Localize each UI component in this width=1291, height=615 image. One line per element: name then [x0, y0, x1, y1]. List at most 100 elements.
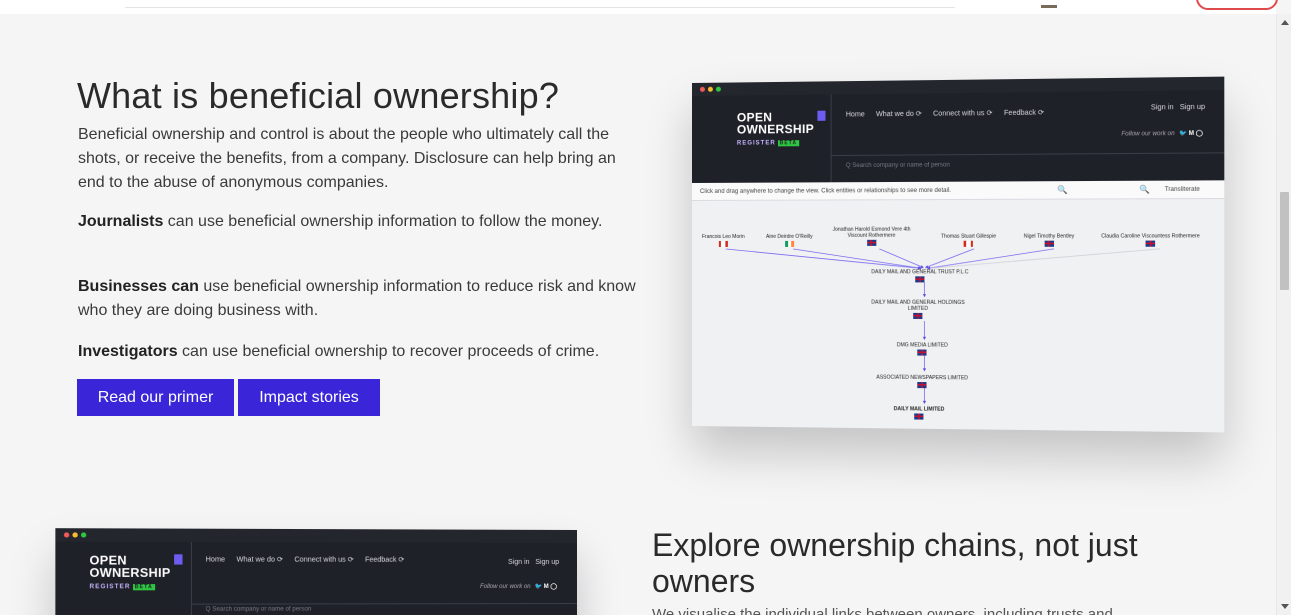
company-node: ASSOCIATED NEWSPAPERS LIMITED: [876, 375, 968, 389]
owner-name: Thomas Stuart Gillespie: [940, 233, 997, 240]
uk-flag-icon: [917, 381, 927, 389]
logo-line2: OWNERSHIP: [89, 565, 171, 580]
nav-divider: [830, 94, 832, 183]
page-scrollbar[interactable]: [1276, 14, 1291, 615]
nav-connect: Connect with us ⟳: [294, 556, 354, 564]
company-node: DMG MEDIA LIMITED: [897, 342, 948, 356]
minimize-dot-icon: [72, 532, 78, 538]
journalists-label: Journalists: [78, 213, 164, 230]
close-dot-icon: [699, 86, 705, 92]
window-chrome: [55, 528, 577, 543]
close-dot-icon: [63, 532, 70, 538]
owner-node: Jonathan Harold Esmond Vere 4th Viscount…: [833, 227, 911, 246]
register-screenshot: OPEN OWNERSHIP REGISTER BETA Home What we…: [692, 77, 1224, 433]
sign-in-link: Sign in: [508, 558, 530, 566]
zoom-out-icon: 🔍: [1139, 184, 1150, 195]
maximize-dot-icon: [80, 532, 87, 538]
uk-flag-icon: [915, 276, 925, 283]
company-name: DAILY MAIL AND GENERAL HOLDINGS LIMITED: [871, 299, 965, 312]
uk-flag-icon: [917, 349, 927, 356]
owner-name: Nigel Timothy Bentley: [1023, 233, 1075, 240]
nav-feedback: Feedback ⟳: [365, 556, 405, 564]
journalists-text: can use beneficial ownership information…: [163, 213, 603, 230]
follow-text: Follow our work on 🐦 M ◯: [480, 583, 557, 590]
company-name: DAILY MAIL LIMITED: [893, 406, 945, 413]
company-node: DAILY MAIL AND GENERAL HOLDINGS LIMITED: [871, 300, 965, 320]
nav-what-we-do: What we do ⟳: [875, 110, 922, 119]
register-navbar: OPEN OWNERSHIP REGISTER BETA Home What we…: [55, 541, 577, 615]
company-name: DAILY MAIL AND GENERAL TRUST P.L.C: [871, 269, 969, 276]
logo-register-text: REGISTER: [89, 584, 131, 591]
logo-line2: OWNERSHIP: [736, 121, 815, 137]
company-name: ASSOCIATED NEWSPAPERS LIMITED: [876, 374, 969, 382]
address-divider: [125, 7, 955, 8]
journalists-paragraph: Journalists can use beneficial ownership…: [78, 210, 643, 234]
register-logo: OPEN OWNERSHIP REGISTER BETA: [736, 110, 815, 150]
sign-up-link: Sign up: [535, 558, 560, 566]
toolbar-hint: Click and drag anywhere to change the vi…: [699, 187, 952, 195]
social-icons: 🐦 M ◯: [1178, 130, 1203, 138]
follow-label: Follow our work on: [479, 584, 531, 591]
read-primer-button[interactable]: Read our primer: [77, 379, 234, 416]
canada-flag-icon: [718, 240, 728, 247]
scroll-thumb[interactable]: [1280, 192, 1289, 290]
transliterate-toggle: Transliterate: [1164, 186, 1200, 194]
sign-in-link: Sign in: [1150, 104, 1174, 112]
graph-toolbar: Click and drag anywhere to change the vi…: [692, 180, 1225, 201]
ireland-flag-icon: [784, 240, 794, 247]
minimize-dot-icon: [707, 86, 713, 92]
company-node: DAILY MAIL LIMITED: [893, 406, 945, 420]
beta-badge: BETA: [132, 584, 156, 591]
nav-home: Home: [205, 556, 226, 564]
businesses-label: Businesses can: [78, 278, 199, 295]
nav-rule: [190, 603, 577, 605]
investigators-label: Investigators: [78, 343, 178, 360]
owner-node: Thomas Stuart Gillespie: [941, 234, 996, 247]
beta-badge: BETA: [777, 140, 800, 147]
section-2-text: We visualise the individual links betwee…: [652, 607, 1113, 615]
businesses-paragraph: Businesses can use beneficial ownership …: [78, 275, 643, 323]
social-icons: 🐦 M ◯: [534, 584, 558, 591]
owner-node: Claudia Caroline Viscountess Rothermere: [1101, 233, 1200, 247]
scroll-down-icon[interactable]: [1281, 604, 1289, 609]
scroll-up-icon[interactable]: [1281, 20, 1289, 25]
browser-top-strip: [0, 0, 1278, 14]
owner-node: Nigel Timothy Bentley: [1023, 233, 1075, 247]
canada-flag-icon: [963, 240, 974, 247]
logo-register: REGISTER BETA: [737, 137, 814, 150]
investigators-text: can use beneficial ownership to recover …: [177, 343, 600, 360]
toolbar-marker: [1041, 5, 1057, 8]
nav-what-we-do: What we do ⟳: [236, 556, 284, 564]
flag-icon: [817, 110, 826, 121]
owner-name: Jonathan Harold Esmond Vere 4th Viscount…: [832, 226, 911, 239]
zoom-in-icon: 🔍: [1057, 185, 1068, 195]
auth-links: Sign in Sign up: [508, 559, 559, 566]
investigators-paragraph: Investigators can use beneficial ownersh…: [78, 340, 643, 364]
nav-feedback: Feedback ⟳: [1003, 109, 1045, 118]
register-nav: Home What we do ⟳ Connect with us ⟳ Feed…: [206, 555, 414, 563]
uk-flag-icon: [866, 239, 877, 246]
owner-name: Aine Deirdre O'Reilly: [765, 233, 813, 240]
sign-up-link: Sign up: [1179, 103, 1206, 112]
section-title: What is beneficial ownership?: [77, 75, 560, 116]
nav-home: Home: [845, 111, 865, 119]
nav-rule: [830, 152, 1225, 157]
header-action-pill[interactable]: [1196, 0, 1278, 10]
auth-links: Sign in Sign up: [1151, 104, 1205, 112]
logo-register-text: REGISTER: [736, 140, 776, 147]
logo-register: REGISTER BETA: [89, 581, 170, 593]
impact-stories-button[interactable]: Impact stories: [238, 379, 380, 416]
register-navbar: OPEN OWNERSHIP REGISTER BETA Home What we…: [692, 90, 1225, 183]
section-2-title: Explore ownership chains, not just owner…: [652, 527, 1138, 599]
register-logo: OPEN OWNERSHIP REGISTER BETA: [89, 553, 171, 593]
owner-name: Claudia Caroline Viscountess Rothermere: [1101, 233, 1200, 240]
uk-flag-icon: [1044, 240, 1054, 247]
follow-text: Follow our work on 🐦 M ◯: [1121, 130, 1203, 138]
company-node: DAILY MAIL AND GENERAL TRUST P.L.C: [871, 269, 969, 283]
uk-flag-icon: [914, 413, 924, 420]
owner-name: Francois Leo Morin: [701, 233, 745, 240]
uk-flag-icon: [1145, 240, 1156, 247]
search-input: Q Search company or name of person: [205, 606, 312, 613]
flag-icon: [174, 554, 183, 565]
nav-connect: Connect with us ⟳: [933, 110, 993, 118]
